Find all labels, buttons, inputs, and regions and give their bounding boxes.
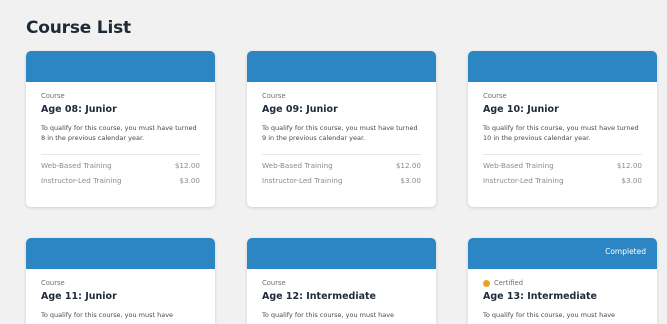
card-divider: [41, 154, 200, 155]
certified-dot-icon: [483, 279, 490, 287]
card-type-label: Course: [41, 279, 65, 287]
course-title[interactable]: Age 13: Intermediate: [483, 290, 642, 303]
card-type-label: Course: [41, 92, 65, 100]
card-header: [468, 51, 657, 82]
price-row-web: Web-Based Training $12.00: [262, 161, 421, 171]
price-label: Web-Based Training: [483, 161, 554, 170]
course-description: To qualify for this course, you must hav…: [41, 311, 174, 319]
course-card-age-13[interactable]: Completed Certified Age 13: Intermediate…: [468, 238, 657, 324]
course-card-age-08[interactable]: Course Age 08: Junior To qualify for thi…: [26, 51, 215, 207]
price-label: Instructor-Led Training: [41, 176, 122, 185]
course-description: To qualify for this course, you must hav…: [262, 311, 395, 319]
course-description: To qualify for this course, you must hav…: [483, 124, 639, 142]
price-row-instructor: Instructor-Led Training $3.00: [262, 176, 421, 186]
card-divider: [483, 154, 642, 155]
card-type-label: Course: [262, 279, 286, 287]
course-title[interactable]: Age 11: Junior: [41, 290, 200, 303]
card-header: [26, 51, 215, 82]
course-title[interactable]: Age 10: Junior: [483, 103, 642, 116]
price-label: Instructor-Led Training: [262, 176, 343, 185]
card-type-label: Course: [262, 92, 286, 100]
course-description: To qualify for this course, you must hav…: [483, 311, 616, 319]
price-label: Web-Based Training: [41, 161, 112, 170]
course-description: To qualify for this course, you must hav…: [41, 124, 197, 142]
card-type-label: Certified: [494, 279, 524, 287]
price-label: Instructor-Led Training: [483, 176, 564, 185]
card-header: [247, 51, 436, 82]
price-row-instructor: Instructor-Led Training $3.00: [483, 176, 642, 186]
card-type-label: Course: [483, 92, 507, 100]
course-card-age-09[interactable]: Course Age 09: Junior To qualify for thi…: [247, 51, 436, 207]
price-label: Web-Based Training: [262, 161, 333, 170]
price-row-web: Web-Based Training $12.00: [483, 161, 642, 171]
course-title[interactable]: Age 08: Junior: [41, 103, 200, 116]
price-amount: $3.00: [400, 176, 421, 185]
completed-badge: Completed: [605, 247, 646, 256]
course-card-age-11[interactable]: Course Age 11: Junior To qualify for thi…: [26, 238, 215, 324]
price-amount: $12.00: [395, 161, 421, 170]
page-title: Course List: [26, 18, 131, 38]
price-amount: $12.00: [174, 161, 200, 170]
course-title[interactable]: Age 12: Intermediate: [262, 290, 421, 303]
card-header: [247, 238, 436, 269]
course-description: To qualify for this course, you must hav…: [262, 124, 418, 142]
course-card-age-12[interactable]: Course Age 12: Intermediate To qualify f…: [247, 238, 436, 324]
price-amount: $3.00: [179, 176, 200, 185]
price-amount: $12.00: [616, 161, 642, 170]
price-amount: $3.00: [621, 176, 642, 185]
card-header: Completed: [468, 238, 657, 269]
price-row-web: Web-Based Training $12.00: [41, 161, 200, 171]
card-type-row: Certified: [483, 278, 642, 288]
card-header: [26, 238, 215, 269]
price-row-instructor: Instructor-Led Training $3.00: [41, 176, 200, 186]
course-card-age-10[interactable]: Course Age 10: Junior To qualify for thi…: [468, 51, 657, 207]
card-divider: [262, 154, 421, 155]
course-title[interactable]: Age 09: Junior: [262, 103, 421, 116]
